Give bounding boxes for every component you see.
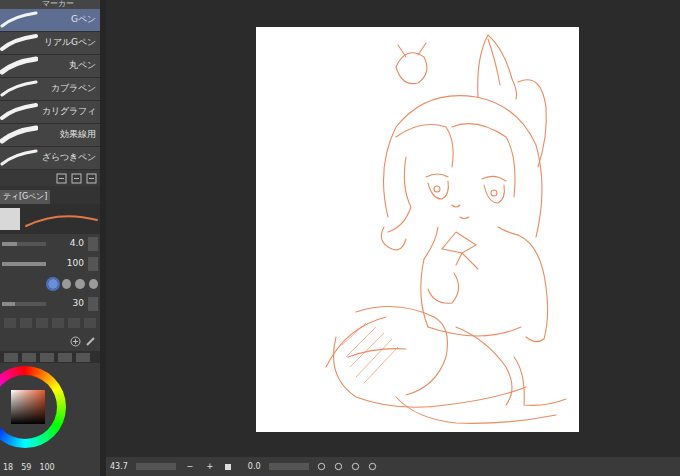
brush-item[interactable]: カリグラフィ xyxy=(0,101,100,124)
stroke-sample-icon xyxy=(0,125,38,145)
color-readout: 18 59 100 xyxy=(0,460,100,476)
brush-shape[interactable] xyxy=(75,279,85,289)
rotate-left-icon[interactable] xyxy=(317,462,326,471)
zoom-button[interactable]: + xyxy=(204,461,216,473)
segment[interactable] xyxy=(68,318,80,328)
panel-tools xyxy=(0,332,100,351)
color-value: 18 xyxy=(3,462,13,474)
brush-shape[interactable] xyxy=(48,279,58,289)
brush-label: カリグラフィ xyxy=(42,105,96,119)
brush-preview xyxy=(0,204,100,234)
color-tab[interactable] xyxy=(40,353,54,362)
brush-actions xyxy=(0,170,100,186)
property-slider[interactable] xyxy=(2,262,46,266)
add-icon[interactable] xyxy=(71,173,82,184)
property-slider[interactable] xyxy=(2,242,46,246)
slider-fill xyxy=(2,262,46,266)
settings-icon xyxy=(70,336,81,347)
preview-box xyxy=(0,208,20,230)
brush-item[interactable]: リアルGペン xyxy=(0,32,100,55)
drawing-canvas[interactable] xyxy=(256,27,579,432)
segment[interactable] xyxy=(36,318,48,328)
fit-icon xyxy=(224,463,232,471)
canvas-area xyxy=(106,0,680,457)
color-square[interactable] xyxy=(11,390,45,424)
canvas-window: 43.7 −+0.0 xyxy=(106,0,680,476)
brush-shape[interactable] xyxy=(62,279,72,289)
rotate-right-icon[interactable] xyxy=(334,462,343,471)
stroke-sample-icon xyxy=(0,56,38,76)
brush-item[interactable]: カブラペン xyxy=(0,78,100,101)
brush-label: 効果線用 xyxy=(60,128,96,142)
character-sketch-icon xyxy=(256,27,579,432)
tool-tab[interactable]: マーカー xyxy=(0,0,100,9)
brush-item[interactable]: 丸ペン xyxy=(0,55,100,78)
color-tab[interactable] xyxy=(58,353,72,362)
brush-item[interactable]: Gペン xyxy=(0,9,100,32)
slider-fill xyxy=(2,242,17,246)
stroke-sample-icon xyxy=(0,10,38,30)
color-value: 100 xyxy=(39,462,54,474)
brush-label: リアルGペン xyxy=(44,36,96,50)
segment-row xyxy=(0,314,100,332)
color-tabs xyxy=(0,351,100,363)
spinner-button[interactable] xyxy=(88,297,98,311)
color-tab[interactable] xyxy=(4,353,18,362)
download-icon[interactable] xyxy=(56,173,67,184)
brush-label: 丸ペン xyxy=(69,59,96,73)
status-bar: 43.7 −+0.0 xyxy=(106,457,680,476)
color-wheel[interactable] xyxy=(0,366,66,448)
segment[interactable] xyxy=(20,318,32,328)
preview-stroke-icon xyxy=(24,206,99,232)
brush-label: ざらつきペン xyxy=(42,151,96,165)
property-value[interactable]: 100 xyxy=(50,257,84,271)
property-slider[interactable] xyxy=(2,302,46,306)
zoom-button[interactable]: − xyxy=(184,461,196,473)
stroke-sample-icon xyxy=(0,79,38,99)
segment[interactable] xyxy=(4,318,16,328)
stroke-sample-icon xyxy=(0,33,38,53)
property-row: 100 xyxy=(0,254,100,274)
slider-fill xyxy=(2,302,15,306)
brush-label: Gペン xyxy=(71,13,96,27)
reset-icon[interactable] xyxy=(351,462,360,471)
app-window: マーカー GペンリアルGペン丸ペンカブラペンカリグラフィ効果線用ざらつきペンティ[… xyxy=(0,0,680,476)
wrench-icon xyxy=(85,336,96,347)
angle-slider[interactable] xyxy=(269,463,309,470)
stroke-sample-icon xyxy=(0,102,38,122)
segment[interactable] xyxy=(84,318,96,328)
brush-item[interactable]: 効果線用 xyxy=(0,124,100,147)
brush-shape[interactable] xyxy=(89,279,99,289)
color-tab[interactable] xyxy=(76,353,90,362)
zoom-value[interactable]: 43.7 xyxy=(110,461,128,473)
zoom-slider[interactable] xyxy=(136,463,176,470)
spinner-button[interactable] xyxy=(88,257,98,271)
brush-shapes xyxy=(0,274,100,294)
brush-item[interactable]: ざらつきペン xyxy=(0,147,100,170)
property-row: 4.0 xyxy=(0,234,100,254)
property-tabs: ティ[Gペン] xyxy=(0,186,100,204)
trash-icon[interactable] xyxy=(86,173,97,184)
property-tab[interactable]: ティ[Gペン] xyxy=(0,190,50,204)
property-row: 30 xyxy=(0,294,100,314)
color-value: 59 xyxy=(21,462,31,474)
stroke-sample-icon xyxy=(0,148,38,168)
color-tab[interactable] xyxy=(22,353,36,362)
tool-panel: マーカー GペンリアルGペン丸ペンカブラペンカリグラフィ効果線用ざらつきペンティ[… xyxy=(0,0,100,476)
color-wheel-area xyxy=(0,363,100,451)
brush-label: カブラペン xyxy=(51,82,96,96)
property-value[interactable]: 4.0 xyxy=(50,237,84,251)
flip-icon[interactable] xyxy=(368,462,377,471)
property-value[interactable]: 30 xyxy=(50,297,84,311)
segment[interactable] xyxy=(52,318,64,328)
angle-value[interactable]: 0.0 xyxy=(248,461,261,473)
spinner-button[interactable] xyxy=(88,237,98,251)
